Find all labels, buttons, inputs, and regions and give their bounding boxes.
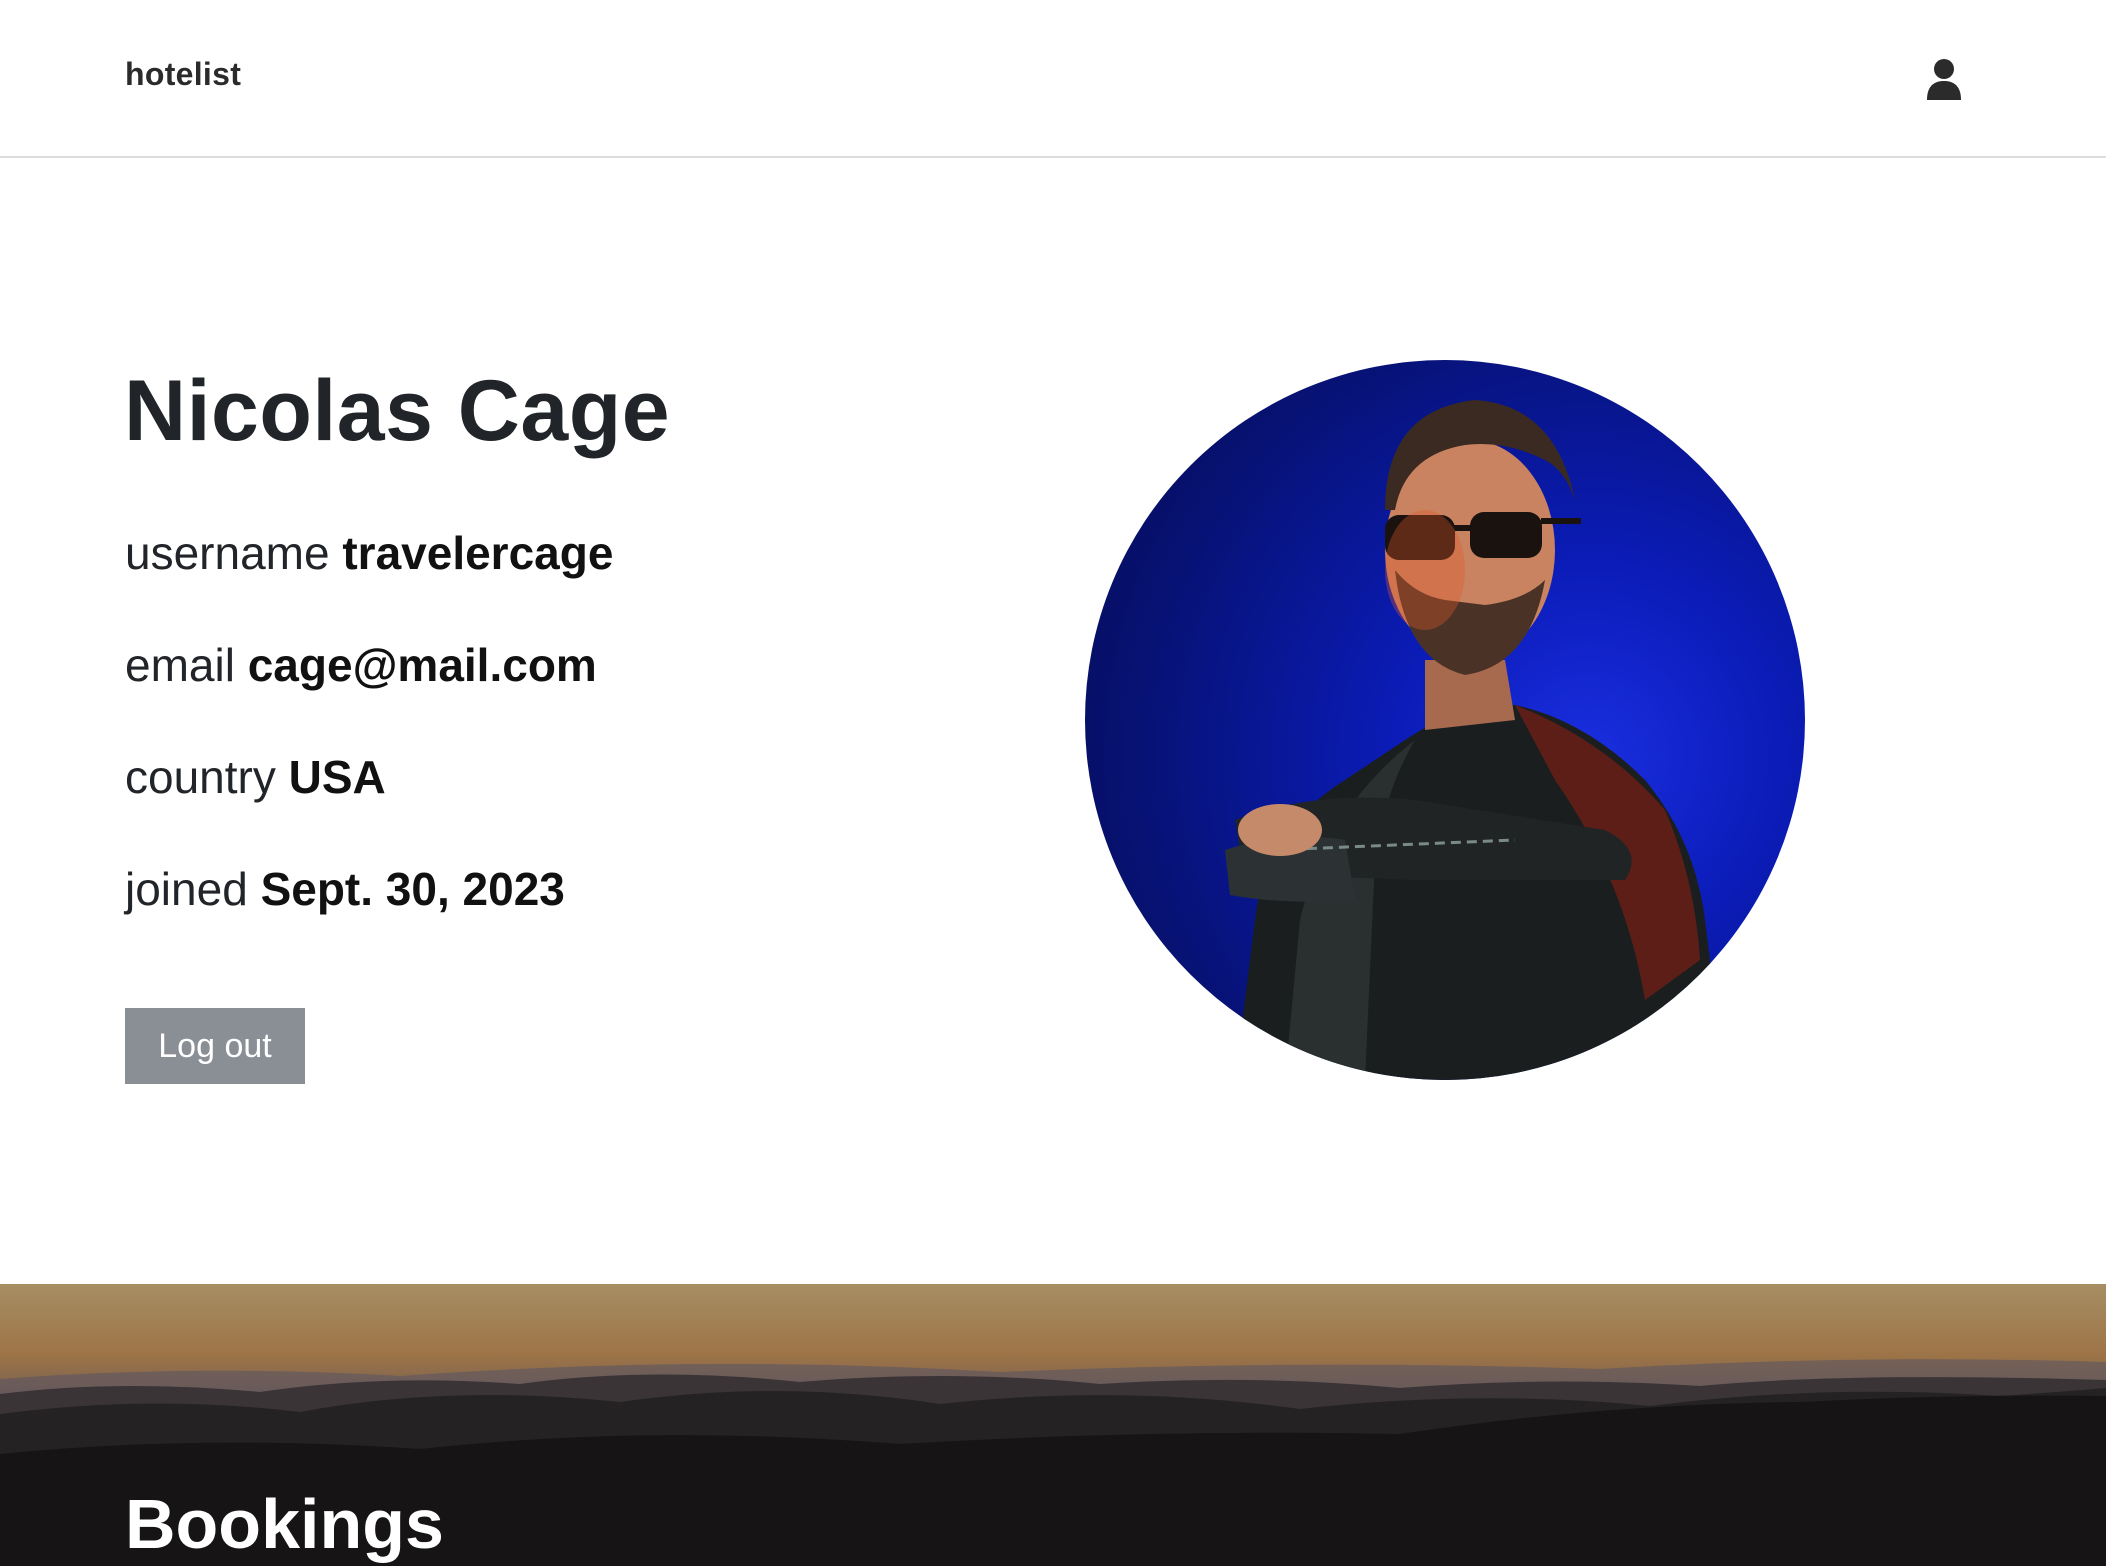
email-value: cage@mail.com [247, 639, 597, 691]
user-menu-button[interactable] [1925, 58, 1963, 100]
joined-value: Sept. 30, 2023 [260, 863, 565, 915]
joined-label: joined [125, 863, 248, 915]
country-value: USA [288, 751, 386, 803]
profile-section: Nicolas Cage username travelercage email… [0, 160, 2106, 1284]
logout-button[interactable]: Log out [125, 1008, 305, 1084]
joined-row: joined Sept. 30, 2023 [125, 862, 565, 917]
email-row: email cage@mail.com [125, 638, 597, 693]
profile-avatar [1085, 360, 1805, 1080]
country-row: country USA [125, 750, 386, 805]
brand-link[interactable]: hotelist [125, 56, 241, 93]
email-label: email [125, 639, 235, 691]
profile-name: Nicolas Cage [124, 363, 671, 459]
username-value: travelercage [342, 527, 614, 579]
country-label: country [125, 751, 276, 803]
bookings-heading: Bookings [125, 1485, 444, 1563]
user-icon [1927, 59, 1961, 100]
profile-photo-image [1225, 400, 1725, 1080]
top-navbar: hotelist [0, 0, 2106, 158]
username-label: username [125, 527, 330, 579]
username-row: username travelercage [125, 526, 613, 581]
bookings-banner: Bookings [0, 1284, 2106, 1566]
